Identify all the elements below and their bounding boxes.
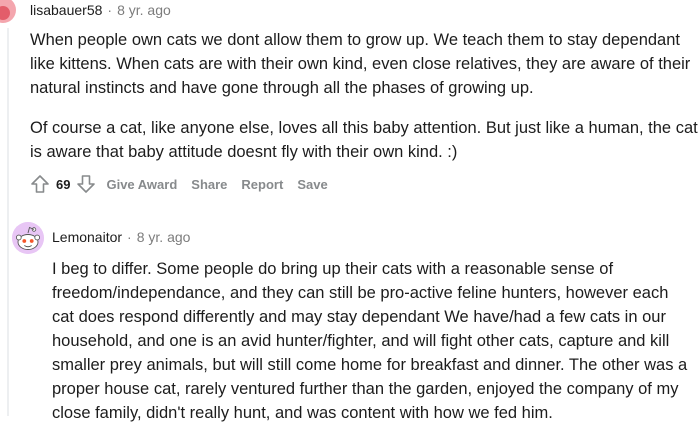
comment-meta: lisabauer58 · 8 yr. ago — [30, 2, 171, 18]
comment-paragraph: When people own cats we dont allow them … — [30, 31, 691, 97]
comment-body: I beg to differ. Some people do bring up… — [52, 257, 692, 425]
comment-paragraph: Of course a cat, like anyone else, loves… — [30, 119, 698, 161]
username-link[interactable]: Lemonaitor — [52, 229, 122, 245]
comment-paragraph: I beg to differ. Some people do bring up… — [52, 260, 688, 422]
comment-actions: 69 Give Award Share Report Save — [30, 170, 328, 198]
meta-separator: · — [127, 229, 132, 245]
comment-age[interactable]: 8 yr. ago — [137, 229, 191, 245]
meta-separator: · — [107, 2, 113, 18]
comment-age[interactable]: 8 yr. ago — [117, 2, 171, 18]
thread-line[interactable] — [7, 28, 9, 416]
upvote-arrow-icon[interactable] — [30, 174, 50, 194]
username-link[interactable]: lisabauer58 — [30, 2, 102, 18]
avatar[interactable] — [12, 222, 44, 254]
snoo-avatar-icon — [12, 222, 44, 254]
give-award-button[interactable]: Give Award — [106, 177, 177, 192]
comment-body: When people own cats we dont allow them … — [30, 28, 698, 164]
save-button[interactable]: Save — [297, 177, 327, 192]
comment-meta: Lemonaitor · 8 yr. ago — [52, 229, 190, 245]
avatar[interactable] — [0, 0, 16, 23]
report-button[interactable]: Report — [241, 177, 283, 192]
downvote-arrow-icon[interactable] — [76, 174, 96, 194]
share-button[interactable]: Share — [191, 177, 227, 192]
vote-score: 69 — [56, 176, 71, 192]
avatar-face — [0, 6, 10, 20]
